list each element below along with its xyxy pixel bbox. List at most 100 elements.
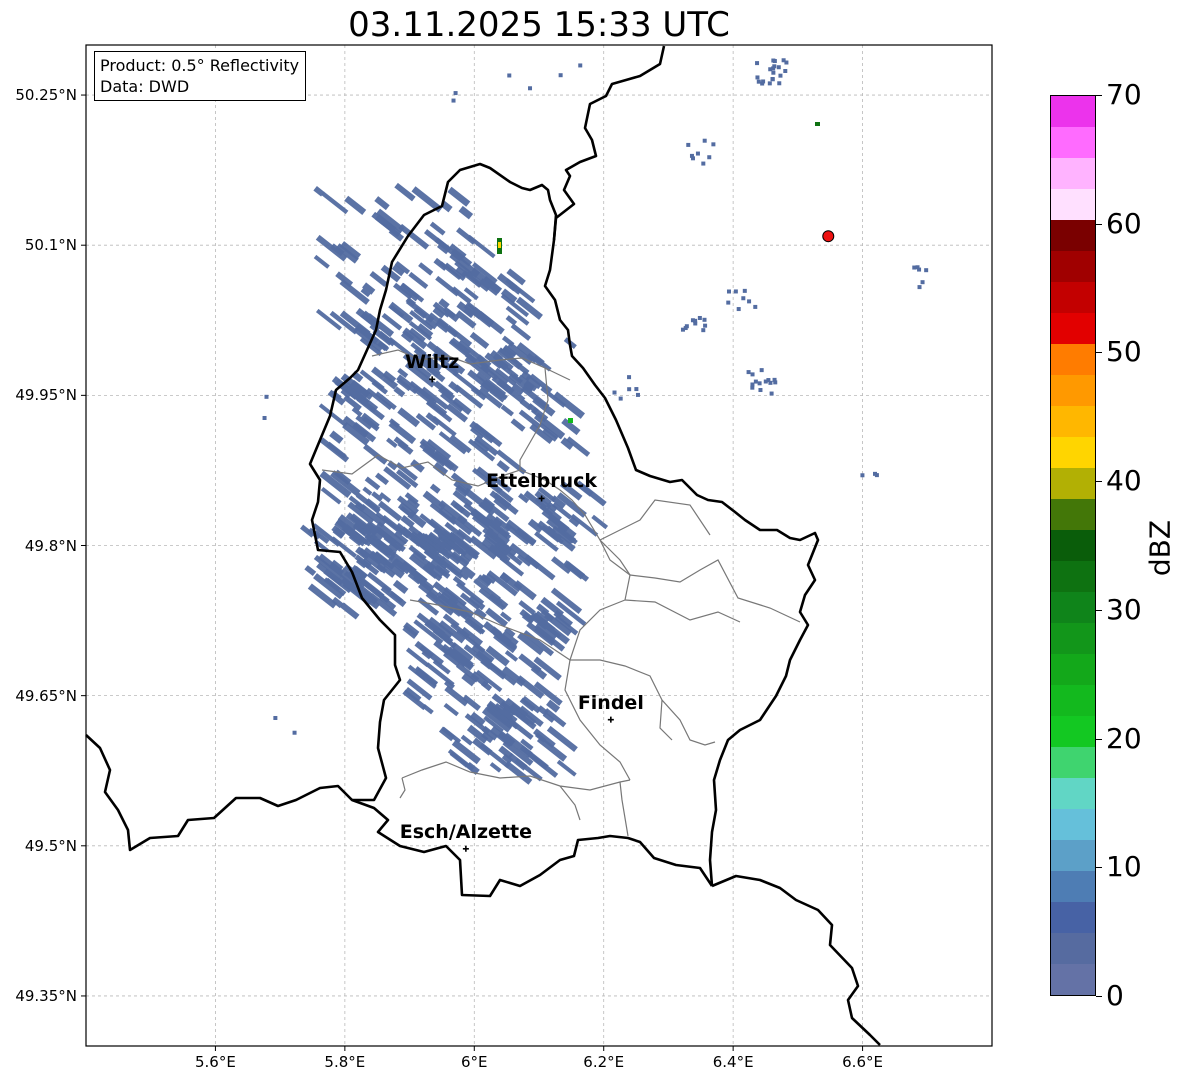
precip-streak: [422, 704, 434, 715]
lat-tick-label: 49.35°N: [15, 986, 77, 1005]
lon-tick-label: 6.2°E: [583, 1053, 625, 1071]
precip-streak: [313, 254, 330, 269]
precip-streak: [429, 483, 441, 494]
precip-streak: [331, 536, 358, 559]
colorbar-step: [1051, 623, 1095, 654]
city-marker: [462, 845, 469, 852]
precip-streak: [388, 420, 417, 445]
data-source-label: Data: DWD: [100, 77, 190, 96]
precip-pixel: [618, 396, 623, 401]
precip-streak: [393, 386, 406, 398]
precip-streak: [453, 502, 466, 514]
precip-pixel: [264, 394, 269, 399]
precip-streak: [392, 579, 409, 595]
lon-tick-label: 5.8°E: [324, 1053, 366, 1071]
gridlines: [86, 45, 992, 1046]
precip-streak: [510, 418, 526, 432]
lat-tick-label: 50.25°N: [15, 86, 77, 105]
precip-pixel: [924, 268, 929, 273]
lon-tick-label: 5.6°E: [195, 1053, 236, 1071]
precip-streak: [496, 460, 510, 473]
info-box: Product: 0.5° Reflectivity Data: DWD: [94, 51, 307, 101]
colorbar-step: [1051, 499, 1095, 530]
precip-pixel: [453, 91, 458, 96]
colorbar-step: [1051, 964, 1095, 995]
precip-streak: [363, 443, 388, 465]
precip-cell-moderate: [568, 418, 573, 423]
colorbar-tick-label: 70: [1106, 78, 1142, 111]
precipitation-echoes: [262, 58, 929, 785]
precip-pixel: [760, 81, 765, 86]
precip-pixel: [634, 387, 639, 392]
precip-pixel: [528, 86, 533, 91]
precip-pixel: [635, 392, 640, 397]
colorbar-tick: [1096, 738, 1102, 740]
precip-streak: [371, 366, 386, 381]
precip-pixel: [776, 65, 781, 70]
precip-streak: [394, 182, 416, 202]
precip-streak: [447, 186, 471, 207]
precip-pixel: [612, 390, 617, 395]
precip-streak: [460, 734, 473, 746]
lon-tick-label: 6.6°E: [842, 1053, 883, 1071]
colorbar-step: [1051, 530, 1095, 561]
radar-map[interactable]: [0, 0, 1184, 1081]
radar-site-marker: [822, 230, 835, 243]
colorbar-tick-label: 20: [1106, 721, 1142, 755]
colorbar-step: [1051, 251, 1095, 282]
precip-pixel: [693, 321, 698, 326]
colorbar-tick-label: 0: [1106, 979, 1124, 1012]
precip-pixel: [772, 377, 777, 382]
colorbar-tick: [1096, 95, 1102, 96]
precip-pixel: [736, 307, 741, 312]
precip-streak: [530, 664, 548, 680]
precip-pixel: [701, 161, 706, 166]
colorbar: [1050, 95, 1096, 996]
precip-pixel: [689, 153, 694, 158]
colorbar-tick-label: 30: [1106, 592, 1142, 626]
precip-pixel: [777, 81, 782, 86]
precip-pixel: [697, 315, 702, 320]
precip-pixel: [451, 98, 456, 103]
colorbar-step: [1051, 313, 1095, 344]
precip-streak: [418, 262, 434, 276]
precip-pixel: [912, 265, 917, 270]
precip-pixel: [711, 142, 716, 147]
precip-streak: [371, 491, 383, 502]
precip-pixel: [733, 289, 738, 294]
precip-pixel: [753, 379, 758, 384]
lat-tick-label: 49.95°N: [15, 386, 77, 405]
city-label: Ettelbruck: [486, 470, 598, 493]
precip-streak: [344, 195, 367, 215]
colorbar-tick-label: 40: [1106, 464, 1142, 498]
colorbar-step: [1051, 778, 1095, 809]
precip-streak: [374, 196, 390, 211]
colorbar-tick: [1096, 867, 1102, 869]
precip-streak: [435, 275, 460, 297]
precip-streak: [499, 572, 512, 584]
precip-pixel: [558, 73, 563, 78]
precip-pixel: [771, 66, 776, 71]
precip-pixel: [702, 317, 707, 322]
colorbar-step: [1051, 96, 1095, 127]
precip-pixel: [784, 60, 789, 65]
precip-streak: [510, 323, 532, 341]
colorbar-step: [1051, 220, 1095, 251]
product-label: Product: 0.5° Reflectivity: [100, 56, 300, 75]
precip-streak: [318, 403, 348, 428]
precip-pixel: [683, 326, 688, 331]
colorbar-step: [1051, 840, 1095, 871]
lat-tick-label: 49.5°N: [24, 836, 77, 855]
precip-streak: [444, 308, 460, 323]
precip-cell-moderate: [815, 122, 820, 126]
colorbar-tick-label: 60: [1106, 206, 1142, 240]
precip-pixel: [873, 471, 878, 476]
precip-pixel: [778, 73, 783, 78]
precip-streak: [414, 667, 429, 681]
precip-pixel: [917, 267, 922, 272]
precip-streak: [456, 227, 477, 245]
precip-streak: [375, 472, 390, 486]
precip-streak: [489, 762, 502, 773]
precip-pixel: [747, 299, 752, 304]
precip-streak: [552, 391, 586, 419]
